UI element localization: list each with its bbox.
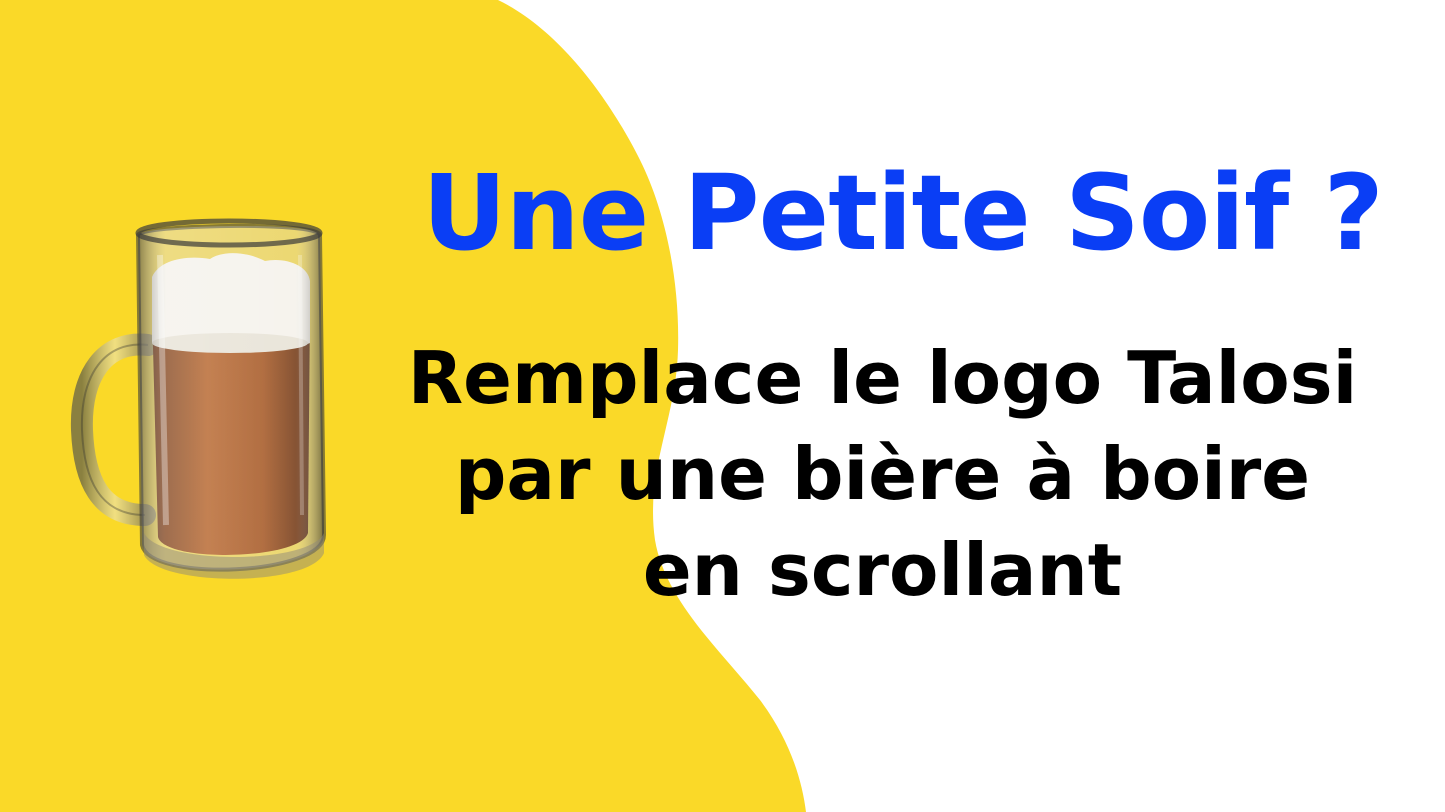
subtext: Remplace le logo Talosi par une bière à … [360, 330, 1405, 618]
subtext-line-3: en scrollant [642, 528, 1123, 612]
headline: Une Petite Soif ? [422, 152, 1384, 274]
subtext-line-2: par une bière à boire [454, 432, 1311, 516]
beer-mug-icon [70, 218, 327, 579]
subtext-line-1: Remplace le logo Talosi [407, 336, 1358, 420]
promo-banner: { "colors": { "background": "#ffffff", "… [0, 0, 1445, 812]
